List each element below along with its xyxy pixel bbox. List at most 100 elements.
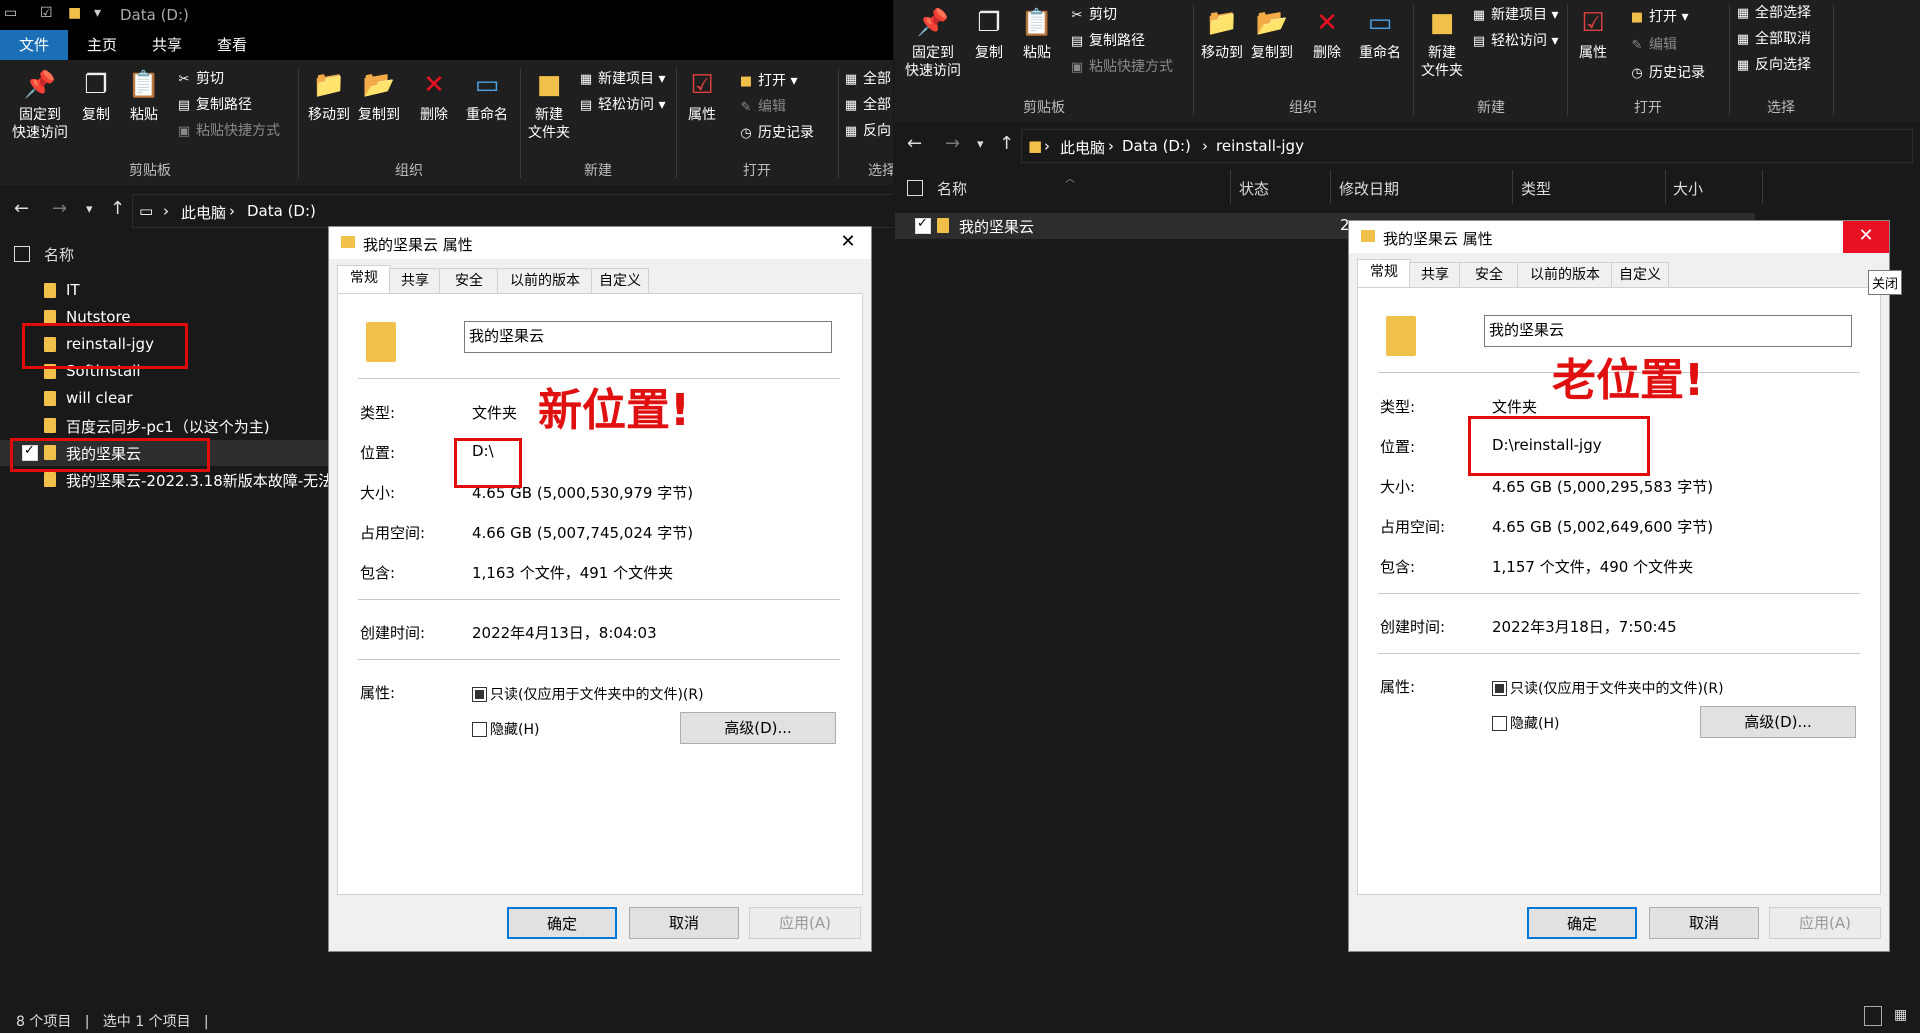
readonly-label[interactable]: 只读(仅应用于文件夹中的文件)(R): [490, 684, 704, 704]
properties-button[interactable]: ☑ 属性: [682, 70, 722, 124]
breadcrumb-data-d[interactable]: Data (D:): [1122, 137, 1191, 155]
readonly-checkbox[interactable]: [1492, 681, 1507, 696]
column-status[interactable]: 状态: [1239, 178, 1269, 199]
tab-customize[interactable]: 自定义: [591, 268, 649, 293]
recent-locations-chevron-icon[interactable]: ▾: [977, 137, 984, 152]
address-bar[interactable]: ■ › 此电脑 › Data (D:) › reinstall-jgy: [1021, 129, 1913, 163]
tab-general[interactable]: 常规: [1357, 259, 1411, 287]
advanced-button[interactable]: 高级(D)...: [1700, 706, 1856, 738]
tab-general[interactable]: 常规: [337, 265, 391, 293]
breadcrumb-data-d[interactable]: Data (D:): [247, 202, 316, 220]
select-all-button[interactable]: ▦ 全部选择: [1735, 2, 1811, 22]
new-folder-button[interactable]: ■ 新建 文件夹: [526, 70, 572, 142]
readonly-checkbox[interactable]: [472, 687, 487, 702]
tab-sharing[interactable]: 共享: [1409, 262, 1461, 287]
row-checkbox[interactable]: [915, 216, 931, 234]
advanced-button[interactable]: 高级(D)...: [680, 712, 836, 744]
quick-access-dropdown-icon[interactable]: ▾: [94, 5, 101, 21]
breadcrumb-this-pc[interactable]: 此电脑: [1060, 137, 1105, 158]
ok-button[interactable]: 确定: [507, 907, 617, 939]
easy-access-button[interactable]: ▤ 轻松访问 ▾: [1471, 30, 1559, 50]
tab-previous-versions[interactable]: 以前的版本: [1517, 262, 1613, 287]
delete-button[interactable]: ✕ 删除: [416, 70, 452, 124]
up-arrow-icon[interactable]: ↑: [999, 133, 1014, 154]
tab-previous-versions[interactable]: 以前的版本: [497, 268, 593, 293]
select-all-checkbox[interactable]: [14, 246, 30, 262]
select-none-button[interactable]: ▦ 全部取消: [1735, 28, 1811, 48]
tab-share[interactable]: 共享: [145, 30, 189, 60]
tab-security[interactable]: 安全: [1459, 262, 1519, 287]
details-view-icon[interactable]: [1864, 1006, 1882, 1026]
up-arrow-icon[interactable]: ↑: [110, 198, 125, 219]
column-type[interactable]: 类型: [1521, 178, 1551, 199]
list-item[interactable]: 百度云同步-pc1（以这个为主): [0, 413, 330, 439]
edit-button[interactable]: ✎ 编辑: [1629, 34, 1677, 54]
open-button[interactable]: ■ 打开 ▾: [738, 70, 798, 90]
back-arrow-icon[interactable]: ←: [14, 198, 29, 219]
rename-button[interactable]: ▭ 重命名: [462, 70, 512, 124]
hidden-label[interactable]: 隐藏(H): [490, 719, 539, 739]
back-arrow-icon[interactable]: ←: [907, 133, 922, 154]
hidden-checkbox[interactable]: [472, 722, 487, 737]
list-item[interactable]: will clear: [0, 386, 330, 412]
select-all-checkbox[interactable]: [907, 180, 923, 196]
readonly-label[interactable]: 只读(仅应用于文件夹中的文件)(R): [1510, 678, 1724, 698]
hidden-label[interactable]: 隐藏(H): [1510, 713, 1559, 733]
history-button[interactable]: ◷ 历史记录: [738, 122, 814, 142]
forward-arrow-icon[interactable]: →: [52, 198, 67, 219]
copy-button[interactable]: ❐ 复制: [78, 70, 114, 124]
cancel-button[interactable]: 取消: [1649, 907, 1759, 939]
folder-name-field[interactable]: 我的坚果云: [1484, 315, 1852, 347]
move-to-button[interactable]: 📁 移动到: [1197, 8, 1247, 62]
edit-button[interactable]: ✎ 编辑: [738, 96, 786, 116]
copy-path-button[interactable]: ▤ 复制路径: [1069, 30, 1145, 50]
cancel-button[interactable]: 取消: [629, 907, 739, 939]
folder-name-field[interactable]: 我的坚果云: [464, 321, 832, 353]
copy-to-button[interactable]: 📂 复制到: [354, 70, 404, 124]
paste-shortcut-button[interactable]: ▣ 粘贴快捷方式: [176, 120, 280, 140]
large-icons-view-icon[interactable]: ▦: [1894, 1007, 1907, 1023]
forward-arrow-icon[interactable]: →: [945, 133, 960, 154]
select-none-button[interactable]: ▦ 全部: [843, 94, 891, 114]
properties-button[interactable]: ☑ 属性: [1573, 8, 1613, 62]
tab-security[interactable]: 安全: [439, 268, 499, 293]
open-button[interactable]: ■ 打开 ▾: [1629, 6, 1689, 26]
properties-quick-icon[interactable]: ☑: [40, 5, 53, 21]
pin-quick-access-button[interactable]: 📌 固定到 快速访问: [899, 8, 967, 80]
apply-button[interactable]: 应用(A): [749, 907, 861, 939]
copy-to-button[interactable]: 📂 复制到: [1247, 8, 1297, 62]
column-modified[interactable]: 修改日期: [1339, 178, 1399, 199]
delete-button[interactable]: ✕ 删除: [1309, 8, 1345, 62]
close-icon[interactable]: ✕: [1843, 221, 1889, 253]
move-to-button[interactable]: 📁 移动到: [304, 70, 354, 124]
tab-sharing[interactable]: 共享: [389, 268, 441, 293]
column-name[interactable]: 名称: [937, 178, 967, 199]
tab-customize[interactable]: 自定义: [1611, 262, 1669, 287]
rename-button[interactable]: ▭ 重命名: [1353, 8, 1407, 62]
new-item-button[interactable]: ▦ 新建项目 ▾: [578, 68, 666, 88]
pin-quick-access-button[interactable]: 📌 固定到 快速访问: [6, 70, 74, 142]
paste-button[interactable]: 📋 粘贴: [126, 70, 162, 124]
easy-access-button[interactable]: ▤ 轻松访问 ▾: [578, 94, 666, 114]
hidden-checkbox[interactable]: [1492, 716, 1507, 731]
apply-button[interactable]: 应用(A): [1769, 907, 1881, 939]
column-size[interactable]: 大小: [1673, 178, 1703, 199]
new-item-button[interactable]: ▦ 新建项目 ▾: [1471, 4, 1559, 24]
breadcrumb-this-pc[interactable]: 此电脑: [181, 202, 226, 223]
column-name[interactable]: 名称: [44, 244, 74, 265]
breadcrumb-reinstall-jgy[interactable]: reinstall-jgy: [1216, 137, 1304, 155]
copy-path-button[interactable]: ▤ 复制路径: [176, 94, 252, 114]
recent-locations-chevron-icon[interactable]: ▾: [86, 202, 93, 217]
invert-selection-button[interactable]: ▦ 反向选择: [1735, 54, 1811, 74]
list-item[interactable]: IT: [0, 278, 330, 304]
tab-file[interactable]: 文件: [0, 30, 68, 60]
tab-view[interactable]: 查看: [210, 30, 254, 60]
new-folder-quick-icon[interactable]: ■: [68, 5, 81, 21]
tab-home[interactable]: 主页: [80, 30, 124, 60]
cut-button[interactable]: ✂ 剪切: [176, 68, 224, 88]
cut-button[interactable]: ✂ 剪切: [1069, 4, 1117, 24]
ok-button[interactable]: 确定: [1527, 907, 1637, 939]
history-button[interactable]: ◷ 历史记录: [1629, 62, 1705, 82]
new-folder-button[interactable]: ■ 新建 文件夹: [1419, 8, 1465, 80]
select-all-button[interactable]: ▦ 全部: [843, 68, 891, 88]
